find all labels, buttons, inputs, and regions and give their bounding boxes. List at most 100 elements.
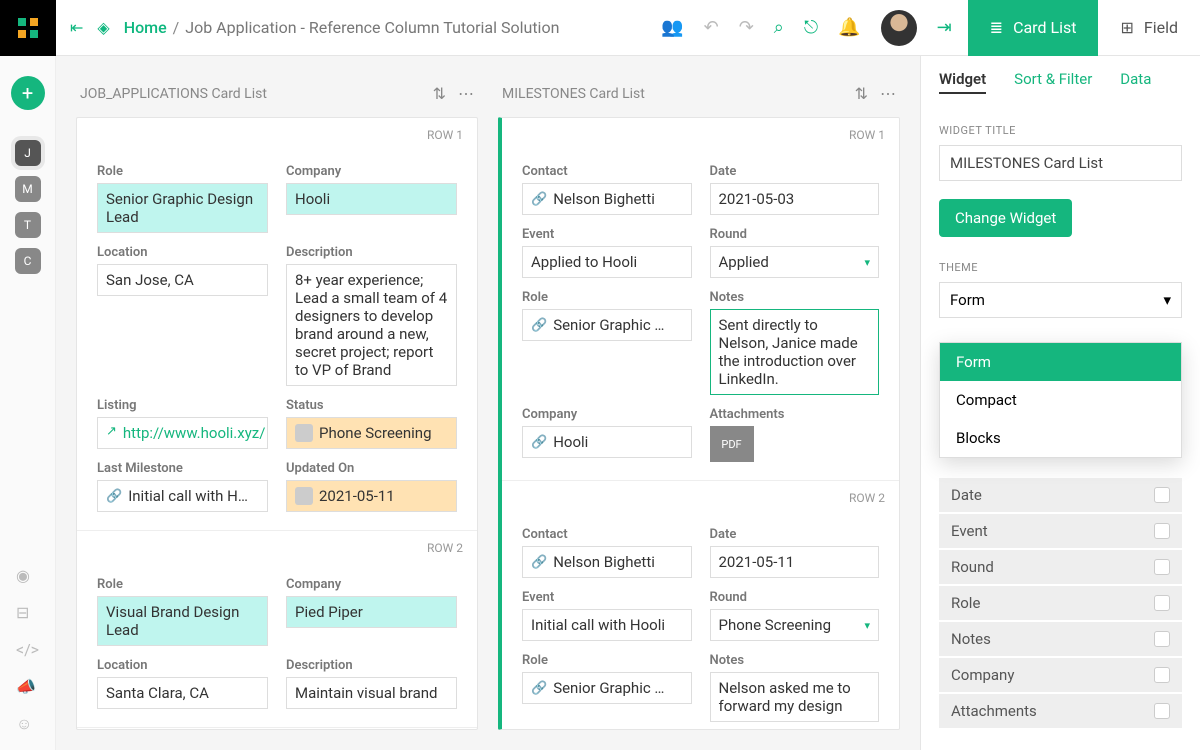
rail-item-m[interactable]: M xyxy=(15,176,41,202)
field-value-notes[interactable]: Sent directly to Nelson, Janice made the… xyxy=(710,309,880,395)
field-toggle-company[interactable]: Company xyxy=(939,658,1182,692)
field-value-updated-on[interactable]: 2021-05-11 xyxy=(286,480,457,512)
attachment-pdf[interactable]: PDF xyxy=(710,426,754,462)
field-value-status[interactable]: Phone Screening xyxy=(286,417,457,449)
panel-tab-data[interactable]: Data xyxy=(1120,70,1151,94)
field-label: Contact xyxy=(522,164,692,179)
checkbox[interactable] xyxy=(1154,631,1170,647)
field-label: Role xyxy=(97,164,268,179)
rail-item-c[interactable]: C xyxy=(15,248,41,274)
theme-option-compact[interactable]: Compact xyxy=(940,381,1181,419)
field-value-role-ref[interactable]: 🔗Senior Graphic … xyxy=(522,309,692,341)
field-value-event[interactable]: Applied to Hooli xyxy=(522,246,692,278)
user-icon[interactable]: ☺ xyxy=(16,714,39,734)
field-value-contact[interactable]: 🔗Nelson Bighetti xyxy=(522,183,692,215)
stack-icon[interactable]: ◈ xyxy=(97,18,109,37)
field-value-company[interactable]: Hooli xyxy=(286,183,457,215)
checkbox[interactable] xyxy=(1154,667,1170,683)
bell-icon[interactable]: 🔔 xyxy=(838,17,860,38)
field-value-company-ref[interactable]: 🔗Hooli xyxy=(522,426,692,458)
theme-option-blocks[interactable]: Blocks xyxy=(940,419,1181,457)
panel-tab-sort-filter[interactable]: Sort & Filter xyxy=(1014,70,1092,94)
field-label: Company xyxy=(286,164,457,179)
field-toggle-attachments[interactable]: Attachments xyxy=(939,694,1182,728)
field-value-listing[interactable]: ↗http://www.hooli.xyz/ xyxy=(97,417,268,449)
field-value-role[interactable]: Visual Brand Design Lead xyxy=(97,596,268,646)
rail-item-j[interactable]: J xyxy=(15,140,41,166)
theme-select[interactable]: Form ▾ xyxy=(939,282,1182,318)
users-icon[interactable]: 👥 xyxy=(661,17,683,38)
field-label: Company xyxy=(522,407,692,422)
breadcrumb-home[interactable]: Home xyxy=(124,18,167,37)
field-value-date[interactable]: 2021-05-11 xyxy=(710,546,880,578)
field-label: Listing xyxy=(97,398,268,413)
rail-item-t[interactable]: T xyxy=(15,212,41,238)
megaphone-icon[interactable]: 📣 xyxy=(16,677,39,696)
field-toggle-notes[interactable]: Notes xyxy=(939,622,1182,656)
link-icon: 🔗 xyxy=(531,435,547,450)
field-value-location[interactable]: San Jose, CA xyxy=(97,264,268,296)
card-row[interactable]: Role Senior Graphic Design Lead Company Ho… xyxy=(77,142,477,531)
tab-field[interactable]: ⊞ Field xyxy=(1098,0,1200,56)
field-value-role[interactable]: Senior Graphic Design Lead xyxy=(97,183,268,233)
checkbox[interactable] xyxy=(1154,487,1170,503)
add-button[interactable]: + xyxy=(11,76,45,110)
column-title: MILESTONES Card List xyxy=(502,86,645,102)
checkbox[interactable] xyxy=(1154,523,1170,539)
search-icon[interactable]: ⌕ xyxy=(774,17,784,38)
breadcrumb-page: Job Application - Reference Column Tutor… xyxy=(185,18,559,37)
field-label: Role xyxy=(522,653,692,668)
field-value-location[interactable]: Santa Clara, CA xyxy=(97,677,268,709)
checkbox[interactable] xyxy=(1154,559,1170,575)
more-icon[interactable]: ⋯ xyxy=(458,84,474,103)
field-value-notes[interactable]: Nelson asked me to forward my design xyxy=(710,672,880,722)
card-row[interactable]: RoleVisual Brand Design Lead CompanyPied… xyxy=(77,555,477,728)
field-value-last-milestone[interactable]: 🔗Initial call with H… xyxy=(97,480,268,512)
field-label: Status xyxy=(286,398,457,413)
panel-tab-widget[interactable]: Widget xyxy=(939,70,986,94)
field-value-round[interactable]: Phone Screening▾ xyxy=(710,609,880,641)
app-logo[interactable] xyxy=(0,0,56,56)
field-toggle-date[interactable]: Date xyxy=(939,478,1182,512)
widget-title-input[interactable] xyxy=(939,145,1182,181)
column-job-applications: JOB_APPLICATIONS Card List ⇅ ⋯ ROW 1 Rol… xyxy=(66,76,488,730)
field-value-contact[interactable]: 🔗Nelson Bighetti xyxy=(522,546,692,578)
layout-icon[interactable]: ⊟ xyxy=(16,603,39,622)
checkbox[interactable] xyxy=(1154,595,1170,611)
field-value-description[interactable]: 8+ year experience; Lead a small team of… xyxy=(286,264,457,386)
card-row[interactable]: Contact🔗Nelson Bighetti Date2021-05-11 E… xyxy=(502,505,899,730)
row-tag: ROW 1 xyxy=(502,118,899,142)
link-icon: 🔗 xyxy=(531,681,547,696)
share-icon[interactable]: ⎋ xyxy=(804,17,818,38)
field-toggle-role[interactable]: Role xyxy=(939,586,1182,620)
tab-card-list[interactable]: ≣ Card List xyxy=(968,0,1099,56)
theme-option-form[interactable]: Form xyxy=(940,343,1181,381)
field-value-description[interactable]: Maintain visual brand xyxy=(286,677,457,709)
field-value-date[interactable]: 2021-05-03 xyxy=(710,183,880,215)
field-label: Company xyxy=(286,577,457,592)
status-swatch-icon xyxy=(295,424,313,442)
field-toggle-event[interactable]: Event xyxy=(939,514,1182,548)
expand-panel-icon[interactable]: ⇥ xyxy=(937,17,952,38)
redo-icon[interactable]: ↷ xyxy=(739,17,754,38)
collapse-sidebar-icon[interactable]: ⇤ xyxy=(70,18,83,37)
code-icon[interactable]: </> xyxy=(16,640,39,659)
date-swatch-icon xyxy=(295,487,313,505)
field-value-role-ref[interactable]: 🔗Senior Graphic … xyxy=(522,672,692,704)
field-toggle-round[interactable]: Round xyxy=(939,550,1182,584)
change-widget-button[interactable]: Change Widget xyxy=(939,199,1072,237)
field-label: Event xyxy=(522,227,692,242)
checkbox[interactable] xyxy=(1154,703,1170,719)
field-value-company[interactable]: Pied Piper xyxy=(286,596,457,628)
field-value-round[interactable]: Applied▾ xyxy=(710,246,880,278)
undo-icon[interactable]: ↶ xyxy=(704,17,719,38)
field-value-event[interactable]: Initial call with Hooli xyxy=(522,609,692,641)
card-row[interactable]: Contact🔗Nelson Bighetti Date2021-05-03 E… xyxy=(502,142,899,481)
avatar[interactable] xyxy=(881,10,917,46)
sort-icon[interactable]: ⇅ xyxy=(433,84,446,103)
listing-link[interactable]: http://www.hooli.xyz/ xyxy=(123,424,266,442)
more-icon[interactable]: ⋯ xyxy=(880,84,896,103)
link-icon: 🔗 xyxy=(531,555,547,570)
eye-icon[interactable]: ◉ xyxy=(16,566,39,585)
sort-icon[interactable]: ⇅ xyxy=(855,84,868,103)
